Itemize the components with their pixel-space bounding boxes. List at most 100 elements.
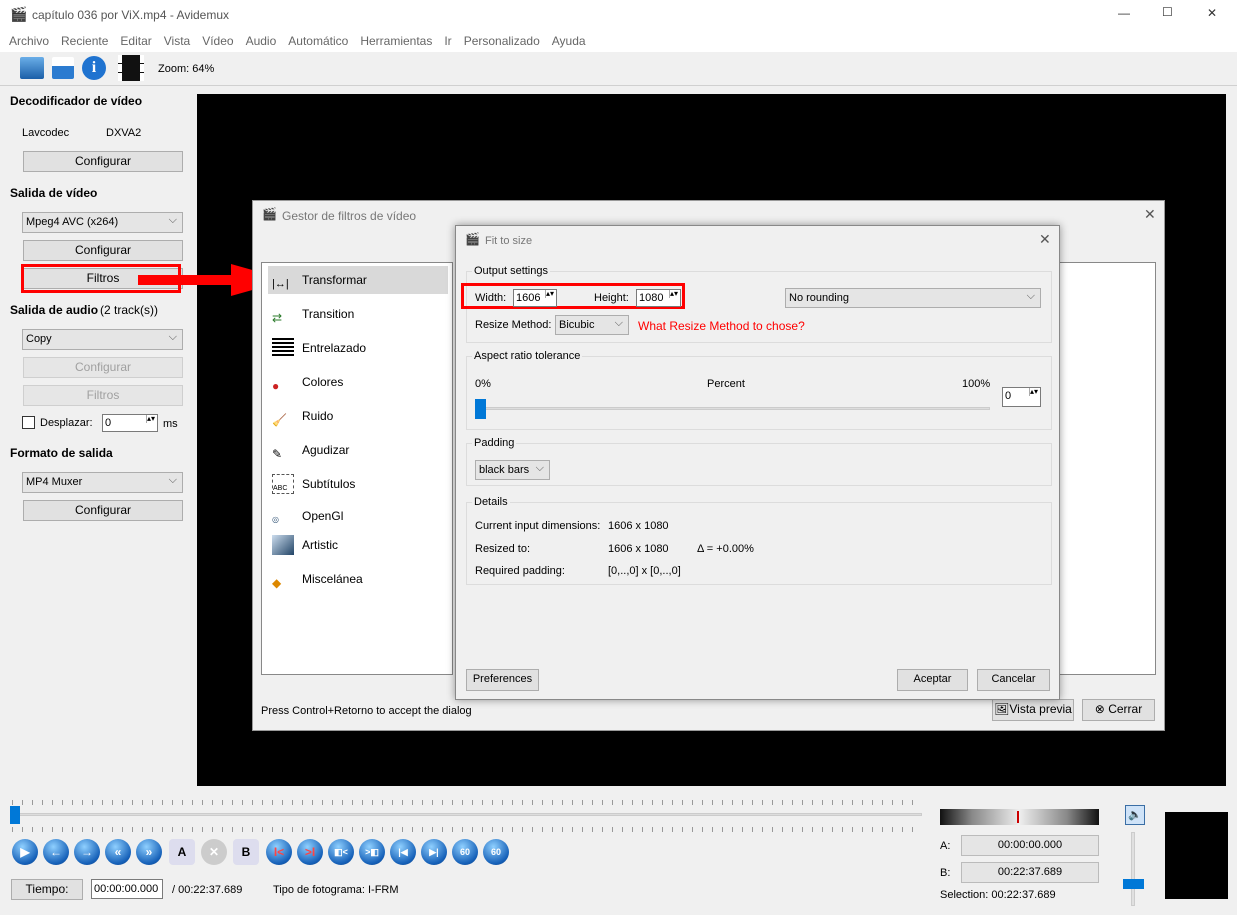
meter-marker [1017, 811, 1019, 823]
category-transformar[interactable]: |↔| Transformar [268, 266, 448, 294]
menu-personalizado[interactable]: Personalizado [452, 30, 540, 52]
resize-question-annotation: What Resize Method to chose? [638, 319, 805, 333]
width-input[interactable]: 1606 [513, 289, 557, 307]
menu-ir[interactable]: Ir [432, 30, 451, 52]
accept-hint: Press Control+Retorno to accept the dial… [261, 705, 472, 717]
fit-dialog-title: Fit to size [485, 235, 533, 247]
audio-tracks: (2 track(s)) [100, 303, 158, 317]
category-opengl[interactable]: ◎ OpenGl [268, 502, 448, 530]
next-frame-button[interactable]: → [74, 839, 100, 865]
padding-select[interactable]: black bars [475, 459, 550, 480]
timeline-track[interactable] [12, 813, 922, 816]
category-agudizar[interactable]: ✎ Agudizar [268, 436, 448, 464]
fit-dialog-close[interactable]: ✕ [1039, 231, 1051, 248]
preferences-button[interactable]: Preferences [466, 669, 539, 691]
marker-a-value: 00:00:00.000 [961, 835, 1099, 856]
minimize-button[interactable]: — [1118, 6, 1130, 20]
prev-keyframe-button[interactable]: « [105, 839, 131, 865]
open-icon[interactable] [20, 57, 44, 79]
tolerance-slider-handle[interactable] [475, 399, 486, 419]
category-ruido[interactable]: 🧹 Ruido [268, 402, 448, 430]
menu-herramientas[interactable]: Herramientas [348, 30, 432, 52]
app-icon: 🎬 [10, 6, 28, 22]
height-input[interactable]: 1080 [636, 289, 681, 307]
menu-audio[interactable]: Audio [234, 30, 277, 52]
artistic-icon [272, 535, 294, 555]
audio-configure-button[interactable]: Configurar [23, 357, 183, 378]
goto-start-button[interactable]: |◀ [390, 839, 416, 865]
shift-input[interactable]: 0 [102, 414, 158, 432]
category-entrelazado[interactable]: Entrelazado [268, 334, 448, 362]
goto-marker-b-button[interactable]: >I [297, 839, 323, 865]
category-colores[interactable]: ● Colores [268, 368, 448, 396]
category-transition[interactable]: ⇄ Transition [268, 300, 448, 328]
volume-slider-handle[interactable] [1123, 879, 1144, 889]
close-filters-button[interactable]: ⊗ Cerrar [1082, 699, 1155, 721]
goto-marker-a-button[interactable]: I< [266, 839, 292, 865]
maximize-button[interactable]: ☐ [1162, 5, 1173, 19]
prev-black-frame-button[interactable]: ◧< [328, 839, 354, 865]
mini-preview [1165, 812, 1228, 899]
resize-method-select[interactable]: Bicubic [555, 314, 629, 335]
info-icon[interactable]: i [82, 56, 106, 80]
video-configure-button[interactable]: Configurar [23, 240, 183, 261]
menu-ayuda[interactable]: Ayuda [540, 30, 586, 52]
rounding-select[interactable]: No rounding [785, 287, 1041, 308]
prev-frame-button[interactable]: ← [43, 839, 69, 865]
preview-button[interactable]: 🖼Vista previa [992, 699, 1074, 721]
audio-output-heading: Salida de audio [10, 303, 99, 317]
next-black-frame-button[interactable]: >◧ [359, 839, 385, 865]
total-duration: / 00:22:37.689 [172, 884, 243, 896]
play-button[interactable]: ▶ [12, 839, 38, 865]
close-button[interactable]: ✕ [1207, 6, 1217, 20]
speaker-icon[interactable]: 🔈 [1125, 805, 1145, 825]
goto-end-button[interactable]: ▶| [421, 839, 447, 865]
menu-editar[interactable]: Editar [108, 30, 151, 52]
filter-icon[interactable] [118, 55, 144, 81]
delete-button[interactable]: ✕ [201, 839, 227, 865]
back-60s-button[interactable]: 60 [452, 839, 478, 865]
menu-video[interactable]: Vídeo [190, 30, 233, 52]
decoder-accel: DXVA2 [106, 127, 142, 139]
muxer-configure-button[interactable]: Configurar [23, 500, 183, 521]
category-artistic[interactable]: Artistic [268, 531, 448, 559]
tolerance-slider-track[interactable] [475, 407, 990, 410]
set-marker-a-button[interactable]: A [169, 839, 195, 865]
next-keyframe-button[interactable]: » [136, 839, 162, 865]
menu-automatico[interactable]: Automático [276, 30, 348, 52]
menu-vista[interactable]: Vista [152, 30, 190, 52]
title-bar: 🎬 capítulo 036 por ViX.mp4 - Avidemux — … [0, 0, 1237, 30]
muxer-select[interactable]: MP4 Muxer [22, 471, 183, 493]
menu-archivo[interactable]: Archivo [0, 30, 49, 52]
fit-dialog-icon: 🎬 [465, 232, 480, 246]
padding-req-label: Required padding: [475, 565, 565, 577]
padding-label: Padding [472, 437, 517, 449]
accept-button[interactable]: Aceptar [897, 669, 968, 691]
menu-reciente[interactable]: Reciente [49, 30, 108, 52]
audio-filters-button[interactable]: Filtros [23, 385, 183, 406]
decoder-configure-button[interactable]: Configurar [23, 151, 183, 172]
current-time-input[interactable]: 00:00:00.000 [91, 879, 163, 899]
video-codec-select[interactable]: Mpeg4 AVC (x264) [22, 211, 183, 233]
tolerance-input[interactable]: 0 [1002, 387, 1041, 407]
filter-manager-close[interactable]: ✕ [1144, 206, 1156, 223]
forward-60s-button[interactable]: 60 [483, 839, 509, 865]
category-miscelanea[interactable]: ◆ Miscelánea [268, 565, 448, 593]
save-icon[interactable] [52, 57, 74, 79]
current-dims-label: Current input dimensions: [475, 520, 601, 532]
volume-slider-track[interactable] [1131, 832, 1135, 906]
set-marker-b-button[interactable]: B [233, 839, 259, 865]
tolerance-max: 100% [962, 378, 991, 390]
marker-a-label: A: [940, 840, 951, 852]
time-button[interactable]: Tiempo: [11, 879, 83, 900]
shift-label: Desplazar: [40, 417, 93, 429]
transform-icon: |↔| [272, 278, 289, 290]
timeline-handle[interactable] [10, 806, 20, 824]
category-subtitulos[interactable]: ABC Subtítulos [268, 470, 448, 498]
opengl-icon: ◎ [272, 515, 279, 524]
resized-value: 1606 x 1080 [608, 543, 669, 555]
filter-manager-icon: 🎬 [262, 207, 277, 221]
audio-codec-select[interactable]: Copy [22, 328, 183, 350]
cancel-button[interactable]: Cancelar [977, 669, 1050, 691]
shift-checkbox[interactable] [22, 416, 35, 429]
